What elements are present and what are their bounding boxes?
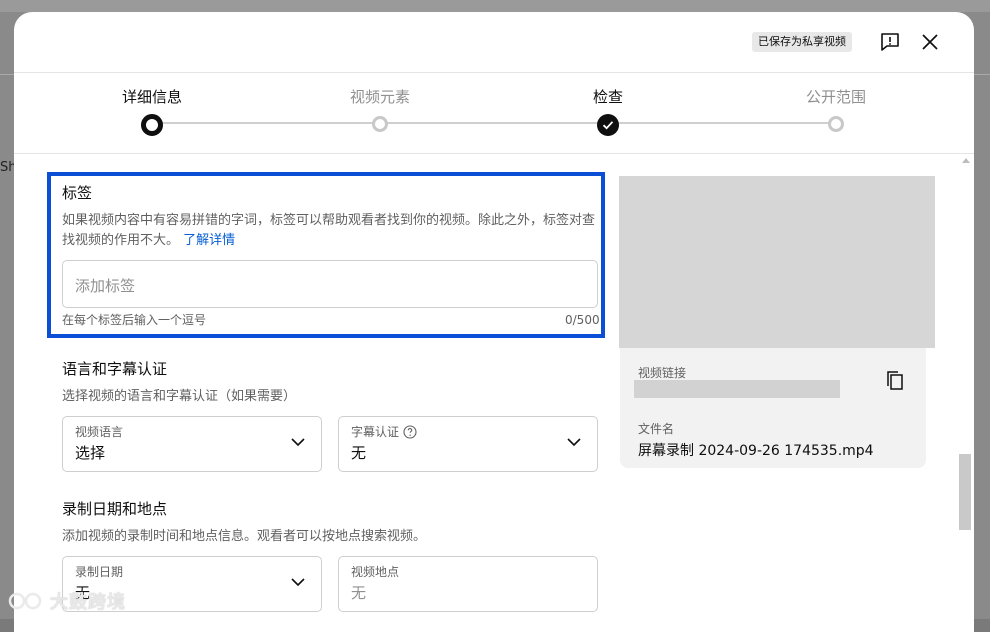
step-done-marker	[597, 114, 619, 136]
upload-dialog: 已保存为私享视频 详细信息 视频元素 检查 公开范围 标签 如果视频内容中有容易…	[14, 12, 974, 632]
step-pending-marker	[372, 116, 388, 132]
caption-certification-select[interactable]: 字幕认证 无	[338, 416, 598, 472]
dialog-header: 已保存为私享视频	[14, 12, 974, 73]
step-details[interactable]: 详细信息	[92, 87, 212, 136]
step-pending-marker	[828, 116, 844, 132]
language-description: 选择视频的语言和字幕认证（如果需要）	[62, 389, 297, 404]
video-link-value[interactable]	[634, 380, 840, 398]
tags-input-placeholder: 添加标签	[75, 277, 136, 295]
recording-title: 录制日期和地点	[62, 500, 168, 518]
tags-description-text: 如果视频内容中有容易拼错的字词，标签可以帮助观看者找到你的视频。除此之外，标签对…	[62, 213, 596, 248]
feedback-button[interactable]	[876, 28, 904, 56]
file-name-value: 屏幕录制 2024-09-26 174535.mp4	[638, 443, 874, 459]
step-visibility[interactable]: 公开范围	[776, 87, 896, 132]
tags-char-counter: 0/500	[565, 313, 600, 327]
video-link-label: 视频链接	[638, 366, 687, 380]
scroll-up-arrow-icon[interactable]	[962, 158, 970, 163]
learn-more-link[interactable]: 了解详情	[183, 233, 235, 248]
language-title: 语言和字幕认证	[62, 360, 168, 378]
recording-description: 添加视频的录制时间和地点信息。观看者可以按地点搜索视频。	[62, 529, 427, 544]
progress-stepper: 详细信息 视频元素 检查 公开范围	[14, 73, 974, 154]
backdrop-bar	[0, 0, 990, 12]
step-current-marker	[141, 114, 163, 136]
scrollbar-thumb[interactable]	[959, 454, 971, 530]
tags-title: 标签	[62, 184, 93, 202]
scrollbar[interactable]	[958, 154, 974, 632]
video-info-card: 视频链接 文件名 屏幕录制 2024-09-26 174535.mp4	[620, 348, 926, 468]
step-label: 视频元素	[349, 88, 410, 106]
file-name-label: 文件名	[638, 422, 675, 436]
step-label: 详细信息	[121, 88, 182, 106]
caption-certification-label: 字幕认证	[351, 425, 400, 439]
recording-date-label: 录制日期	[75, 565, 124, 579]
tags-input[interactable]: 添加标签	[62, 260, 598, 308]
video-language-select[interactable]: 视频语言 选择	[62, 416, 322, 472]
video-location-label: 视频地点	[351, 565, 400, 579]
video-language-label: 视频语言	[75, 425, 124, 439]
checkmark-icon	[602, 121, 614, 130]
tags-hint: 在每个标签后输入一个逗号	[62, 313, 207, 327]
watermark-logo-icon	[8, 592, 42, 610]
feedback-icon	[881, 33, 899, 51]
copy-icon[interactable]	[882, 368, 908, 394]
video-thumbnail-preview[interactable]	[619, 176, 935, 348]
chevron-down-icon	[567, 438, 581, 447]
video-location-input[interactable]: 视频地点 无	[338, 556, 598, 612]
stepper-track	[152, 122, 836, 124]
video-location-placeholder: 无	[351, 584, 367, 602]
watermark: 大鼓跨境	[8, 588, 126, 614]
step-label: 公开范围	[805, 88, 866, 106]
close-button[interactable]	[916, 28, 944, 56]
chevron-down-icon	[291, 578, 305, 587]
close-icon	[922, 34, 938, 50]
caption-certification-label-wrap: 字幕认证	[351, 423, 417, 440]
chevron-down-icon	[291, 438, 305, 447]
step-video-elements[interactable]: 视频元素	[320, 87, 440, 132]
step-label: 检查	[592, 88, 623, 106]
tags-description: 如果视频内容中有容易拼错的字词，标签可以帮助观看者找到你的视频。除此之外，标签对…	[62, 211, 602, 251]
save-status-badge: 已保存为私享视频	[752, 32, 852, 52]
video-language-value: 选择	[75, 444, 106, 462]
caption-certification-value: 无	[351, 444, 367, 462]
step-checks[interactable]: 检查	[548, 87, 668, 136]
help-icon[interactable]	[403, 424, 417, 439]
watermark-text: 大鼓跨境	[50, 592, 126, 613]
